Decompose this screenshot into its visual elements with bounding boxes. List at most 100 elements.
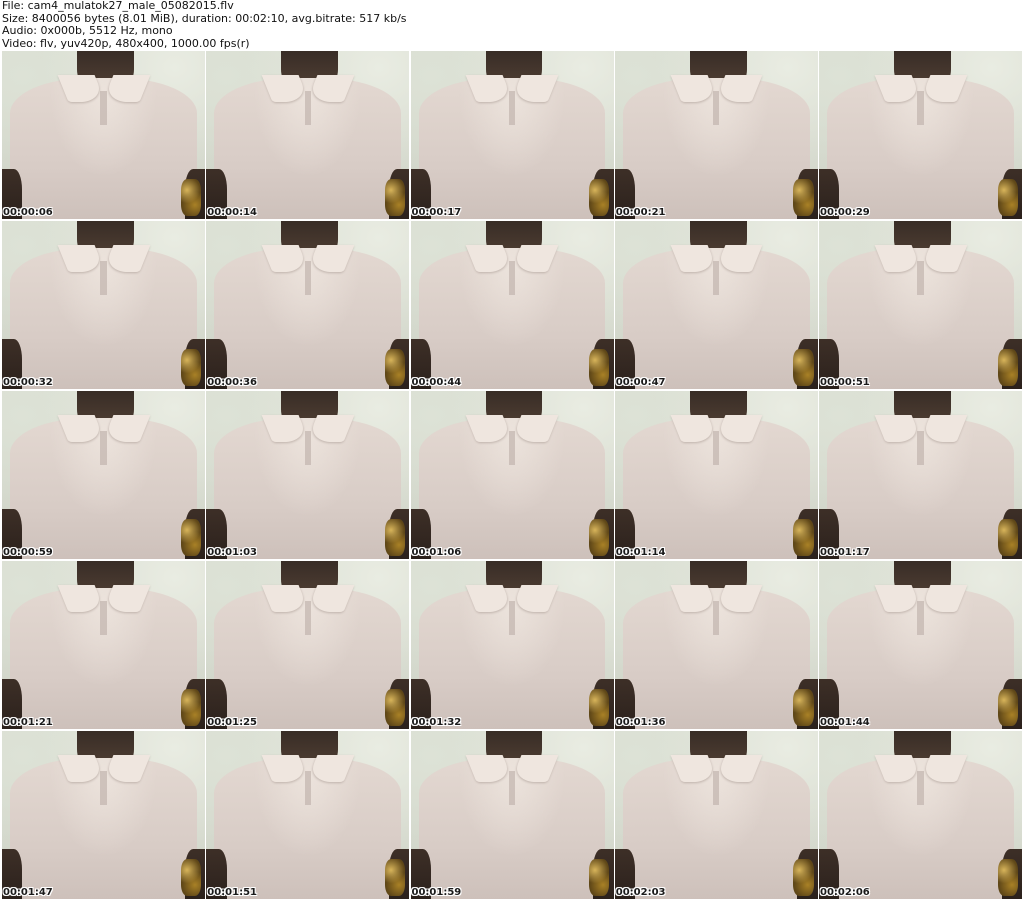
frame-placket [304,601,311,635]
video-frame-thumbnail: 00:01:59 [410,731,614,899]
video-frame-thumbnail: 00:01:17 [819,391,1022,559]
frame-placket [304,431,311,465]
frame-timestamp: 00:00:29 [820,207,870,218]
frame-pillow [997,178,1018,216]
frame-timestamp: 00:00:47 [615,377,666,388]
video-frame-thumbnail: 00:01:03 [206,391,410,559]
video-frame-thumbnail: 00:00:17 [410,51,614,219]
frame-placket [100,601,107,635]
frame-placket [917,431,924,465]
frame-timestamp: 00:00:36 [207,377,257,388]
video-frame-thumbnail: 00:00:29 [819,51,1022,219]
frame-placket [508,261,516,295]
frame-placket [508,91,516,125]
frame-timestamp: 00:01:32 [411,717,462,728]
frame-placket [713,91,720,125]
video-frame-thumbnail: 00:00:47 [614,221,818,389]
frame-timestamp: 00:01:47 [3,887,53,898]
video-frame-thumbnail: 00:00:06 [2,51,205,219]
video-frame-thumbnail: 00:00:51 [819,221,1022,389]
frame-pillow [180,348,201,386]
frame-timestamp: 00:01:25 [207,717,257,728]
frame-pillow [384,688,406,726]
frame-pillow [793,858,814,896]
video-frame-thumbnail: 00:01:21 [2,561,205,729]
frame-pillow [997,688,1018,726]
frame-placket [508,431,516,465]
frame-timestamp: 00:01:06 [411,547,462,558]
frame-pillow [589,178,610,216]
frame-pillow [180,858,201,896]
video-frame-thumbnail: 00:00:32 [2,221,205,389]
frame-placket [508,771,516,805]
video-frame-thumbnail: 00:00:36 [206,221,410,389]
frame-pillow [589,518,610,556]
video-info-line: Video: flv, yuv420p, 480x400, 1000.00 fp… [2,36,250,50]
frame-placket [100,91,107,125]
video-frame-thumbnail: 00:01:36 [614,561,818,729]
video-frame-thumbnail: 00:01:51 [206,731,410,899]
frame-placket [304,261,311,295]
file-name-line: File: cam4_mulatok27_male_05082015.flv [2,0,234,12]
video-frame-thumbnail: 00:00:14 [206,51,410,219]
frame-timestamp: 00:01:51 [207,887,257,898]
frame-pillow [180,178,201,216]
frame-placket [508,601,516,635]
audio-info-line: Audio: 0x000b, 5512 Hz, mono [2,24,173,37]
frame-timestamp: 00:01:59 [411,887,462,898]
video-frame-thumbnail: 00:00:44 [410,221,614,389]
frame-timestamp: 00:02:06 [820,887,870,898]
frame-pillow [180,518,201,556]
frame-pillow [793,688,814,726]
video-frame-thumbnail: 00:01:06 [410,391,614,559]
video-frame-thumbnail: 00:02:03 [614,731,818,899]
frame-placket [100,431,107,465]
file-info-header: File: cam4_mulatok27_male_05082015.flv S… [2,0,1022,50]
frame-timestamp: 00:00:06 [3,207,53,218]
frame-placket [304,91,311,125]
frame-timestamp: 00:00:44 [411,377,462,388]
frame-pillow [793,178,814,216]
frame-pillow [793,348,814,386]
frame-timestamp: 00:00:21 [615,207,666,218]
frame-placket [917,601,924,635]
frame-placket [713,431,720,465]
frame-pillow [384,518,406,556]
frame-placket [304,771,311,805]
video-frame-thumbnail: 00:01:32 [410,561,614,729]
frame-pillow [997,348,1018,386]
frame-pillow [589,688,610,726]
frame-pillow [384,348,406,386]
video-frame-thumbnail: 00:00:21 [614,51,818,219]
frame-placket [713,771,720,805]
frame-pillow [589,348,610,386]
frame-timestamp: 00:01:36 [615,717,666,728]
video-frame-thumbnail: 00:02:06 [819,731,1022,899]
frame-pillow [384,178,406,216]
frame-placket [917,261,924,295]
frame-placket [713,261,720,295]
frame-placket [100,771,107,805]
frame-timestamp: 00:01:44 [820,717,870,728]
frame-pillow [180,688,201,726]
frame-pillow [384,858,406,896]
video-frame-thumbnail: 00:00:59 [2,391,205,559]
frame-timestamp: 00:01:21 [3,717,53,728]
frame-placket [917,91,924,125]
video-frame-thumbnail: 00:01:14 [614,391,818,559]
frame-timestamp: 00:02:03 [615,887,666,898]
frame-timestamp: 00:00:14 [207,207,257,218]
frame-timestamp: 00:01:14 [615,547,666,558]
frame-timestamp: 00:00:59 [3,547,53,558]
frame-placket [917,771,924,805]
frame-timestamp: 00:00:17 [411,207,462,218]
frame-pillow [997,858,1018,896]
frame-timestamp: 00:01:03 [207,547,257,558]
frame-timestamp: 00:00:32 [3,377,53,388]
video-frame-thumbnail: 00:01:25 [206,561,410,729]
frame-timestamp: 00:00:51 [820,377,870,388]
video-frame-thumbnail: 00:01:47 [2,731,205,899]
video-frame-thumbnail: 00:01:44 [819,561,1022,729]
frame-pillow [793,518,814,556]
frame-pillow [589,858,610,896]
